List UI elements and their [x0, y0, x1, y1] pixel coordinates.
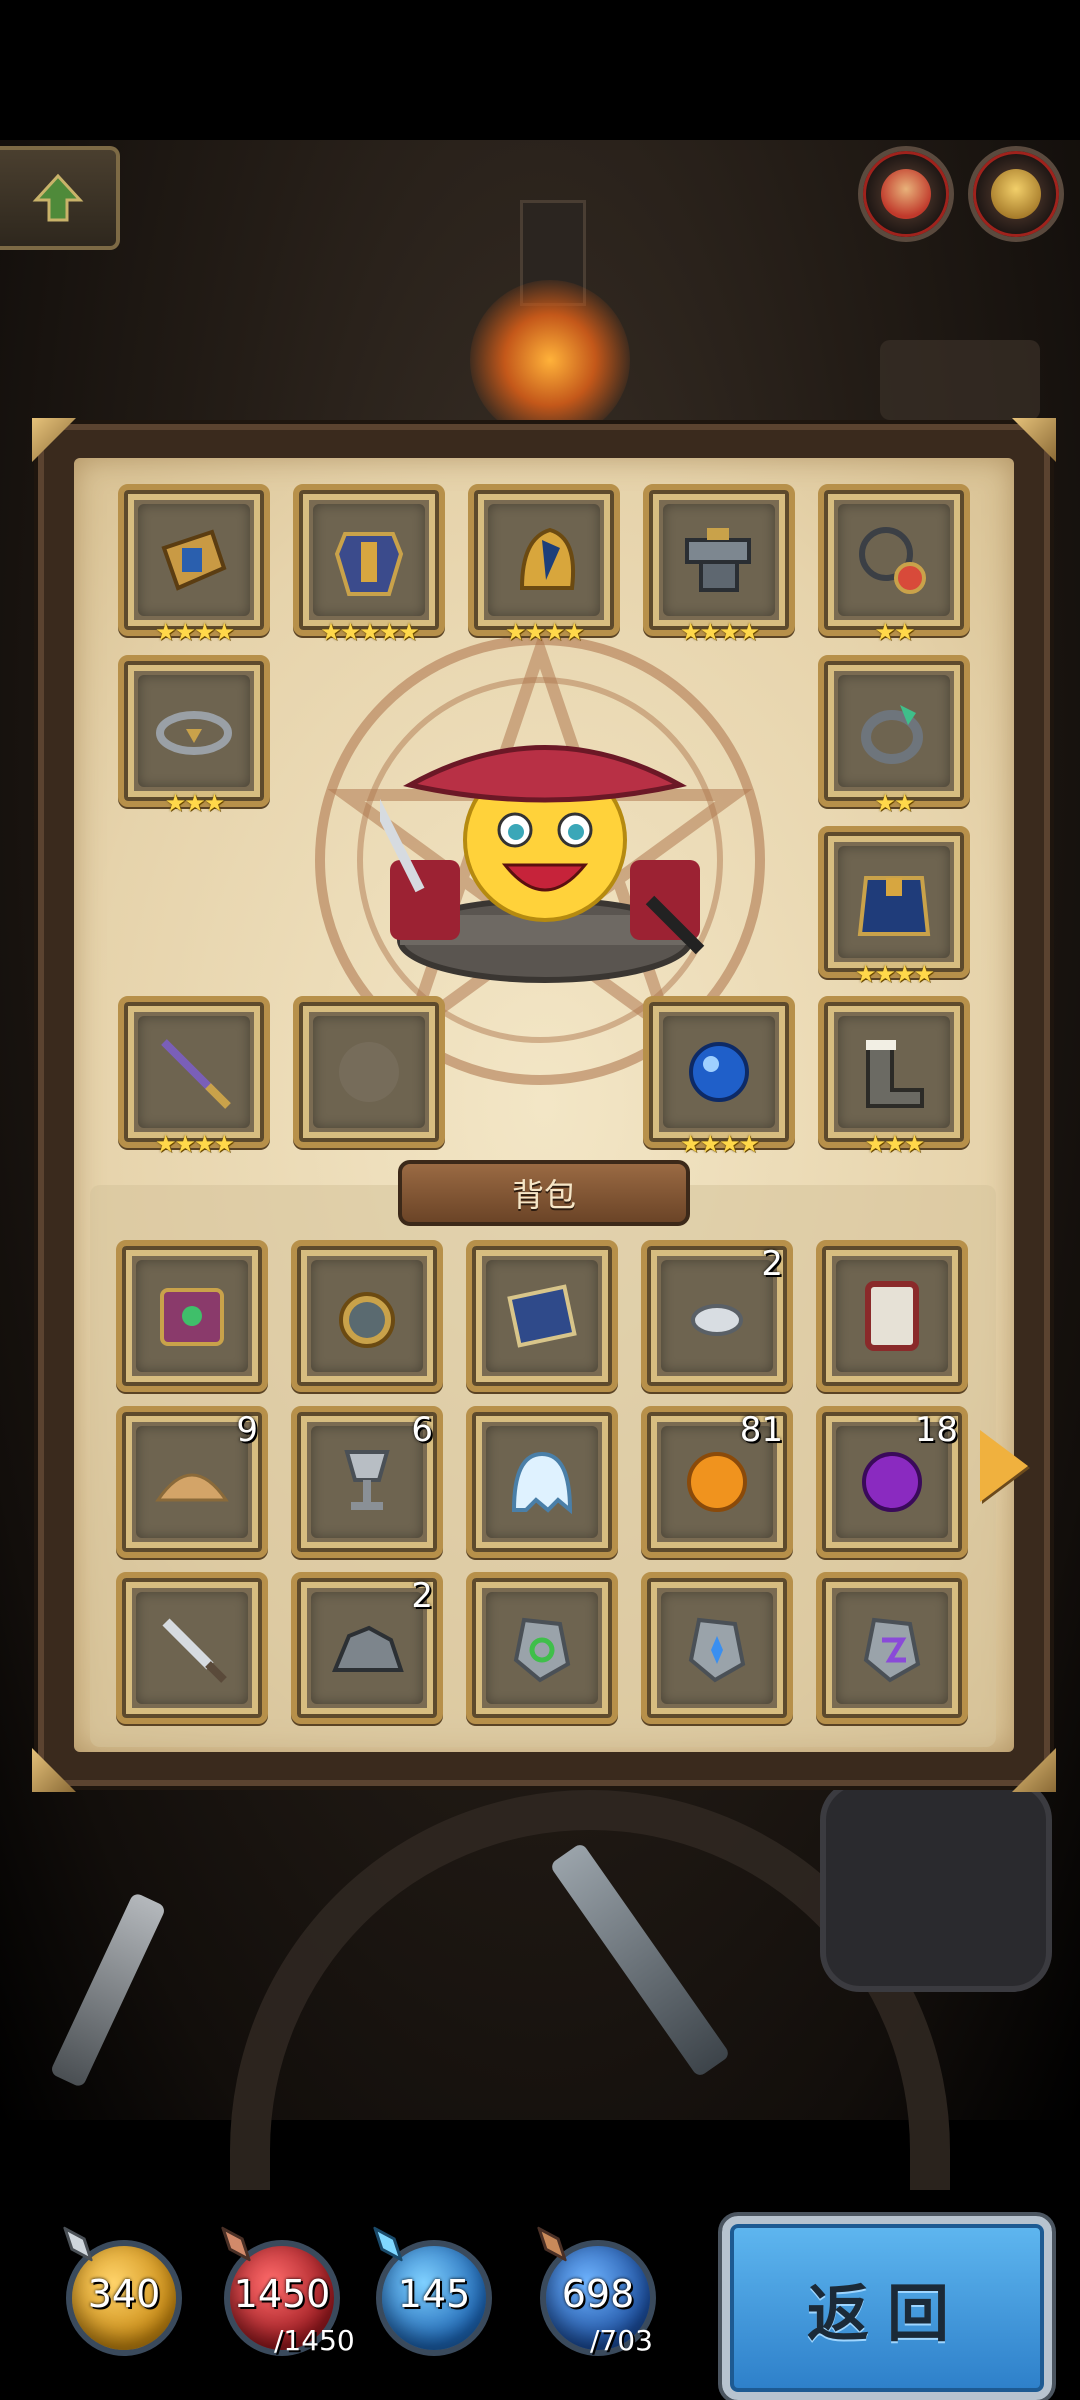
winged-helmet-icon — [519, 527, 575, 590]
health-resource: 1450 /1450 — [214, 2225, 355, 2360]
mana-max: /703 — [590, 2324, 653, 2357]
panel-corner — [32, 1748, 76, 1792]
bag-title: 背包 — [398, 1160, 690, 1226]
background-helmet — [820, 1780, 1052, 1992]
equip-slot-winged-helmet[interactable]: ★★★★ — [468, 484, 620, 644]
mana-value: 698 — [561, 2272, 635, 2316]
chest-armor-icon — [334, 532, 404, 596]
equip-slot-katana[interactable]: ★★★★ — [118, 996, 270, 1156]
ore-icon — [332, 1625, 404, 1672]
return-button[interactable]: 返回 — [722, 2216, 1052, 2400]
star-rating: ★★ — [874, 618, 915, 646]
health-max: /1450 — [274, 2324, 355, 2357]
hero-face-icon — [991, 169, 1041, 219]
sand-pile-icon — [155, 1473, 229, 1502]
bag-item[interactable] — [466, 1572, 618, 1724]
bag-item[interactable]: 2 — [641, 1240, 793, 1392]
equip-slot-ring[interactable]: ★★ — [818, 655, 970, 815]
item-count: 9 — [236, 1410, 258, 1450]
red-hero-avatar[interactable] — [858, 146, 954, 242]
hero-face-icon — [881, 169, 931, 219]
mana-resource: 698 /703 — [530, 2225, 660, 2360]
panel-corner — [32, 418, 76, 462]
item-count: 2 — [411, 1576, 433, 1616]
hero-character[interactable] — [365, 690, 710, 990]
attack-value: 340 — [87, 2272, 161, 2316]
crown-icon — [156, 711, 232, 755]
amulet-icon — [859, 527, 926, 594]
equip-slot-blue-orb[interactable]: ★★★★ — [643, 996, 795, 1156]
panel-corner — [1012, 1748, 1056, 1792]
sword-icon — [162, 1618, 227, 1683]
bag-item[interactable] — [816, 1572, 968, 1724]
bag-item[interactable] — [641, 1572, 793, 1724]
spellbook-icon — [160, 1288, 224, 1346]
defense-value: 145 — [397, 2272, 471, 2316]
item-count: 81 — [739, 1410, 783, 1450]
item-count: 18 — [914, 1410, 958, 1450]
silver-nugget-icon — [691, 1304, 743, 1336]
orange-orb-icon — [687, 1452, 747, 1512]
compass-icon — [339, 1292, 395, 1348]
attack-resource: 340 — [56, 2225, 186, 2360]
health-value: 1450 — [233, 2272, 331, 2316]
next-page-arrow-icon[interactable] — [980, 1430, 1028, 1502]
star-rating: ★★★★ — [854, 960, 935, 988]
equip-slot-bracer[interactable]: ★★★★ — [118, 484, 270, 644]
bag-item[interactable] — [466, 1240, 618, 1392]
star-rating: ★★★★★ — [320, 618, 420, 646]
boots-icon — [866, 1040, 924, 1108]
equip-slot-empty[interactable] — [293, 996, 445, 1148]
star-rating: ★★★★ — [679, 1130, 760, 1158]
empty-mask-icon — [339, 1042, 399, 1102]
equip-slot-cape[interactable]: ★★★★ — [818, 826, 970, 986]
star-rating: ★★★★ — [154, 1130, 235, 1158]
star-rating: ★★ — [874, 789, 915, 817]
bag-item[interactable]: 81 — [641, 1406, 793, 1558]
green-rune-stone-icon — [513, 1617, 571, 1683]
back-button[interactable] — [0, 146, 120, 250]
item-count: 2 — [761, 1244, 783, 1284]
purple-orb-icon — [862, 1452, 922, 1512]
bag-item[interactable]: 9 — [116, 1406, 268, 1558]
bag-item[interactable]: 2 — [291, 1572, 443, 1724]
ring-icon — [861, 705, 923, 764]
star-rating: ★★★ — [864, 1130, 926, 1158]
anvil-icon — [685, 528, 751, 592]
bag-item[interactable] — [116, 1240, 268, 1392]
up-arrow-icon — [32, 173, 84, 222]
bracer-icon — [161, 529, 227, 591]
bag-item[interactable] — [816, 1240, 968, 1392]
blue-rune-stone-icon — [688, 1617, 746, 1683]
purple-rune-stone-icon — [863, 1617, 921, 1683]
scroll-icon — [507, 1284, 577, 1348]
defense-resource: 145 — [366, 2225, 496, 2360]
background-anvil — [880, 340, 1040, 420]
equip-slot-amulet[interactable]: ★★ — [818, 484, 970, 644]
cape-icon — [857, 876, 931, 936]
star-rating: ★★★★ — [154, 618, 235, 646]
card-icon — [865, 1281, 919, 1351]
forge-fire — [470, 280, 630, 440]
equip-slot-crown[interactable]: ★★★ — [118, 655, 270, 815]
katana-icon — [161, 1039, 231, 1109]
panel-corner — [1012, 418, 1056, 462]
bag-item[interactable] — [291, 1240, 443, 1392]
bag-item[interactable]: 18 — [816, 1406, 968, 1558]
bag-item[interactable]: 6 — [291, 1406, 443, 1558]
ghost-icon — [511, 1451, 573, 1515]
bag-item[interactable] — [116, 1572, 268, 1724]
star-rating: ★★★★ — [679, 618, 760, 646]
yellow-hero-avatar[interactable] — [968, 146, 1064, 242]
bag-item[interactable] — [466, 1406, 618, 1558]
item-count: 6 — [411, 1410, 433, 1450]
equip-slot-chest-armor[interactable]: ★★★★★ — [293, 484, 445, 644]
equip-slot-boots[interactable]: ★★★ — [818, 996, 970, 1156]
goblet-icon — [344, 1450, 390, 1510]
star-rating: ★★★ — [164, 789, 226, 817]
blue-orb-icon — [689, 1042, 749, 1102]
star-rating: ★★★★ — [504, 618, 585, 646]
equip-slot-anvil[interactable]: ★★★★ — [643, 484, 795, 644]
